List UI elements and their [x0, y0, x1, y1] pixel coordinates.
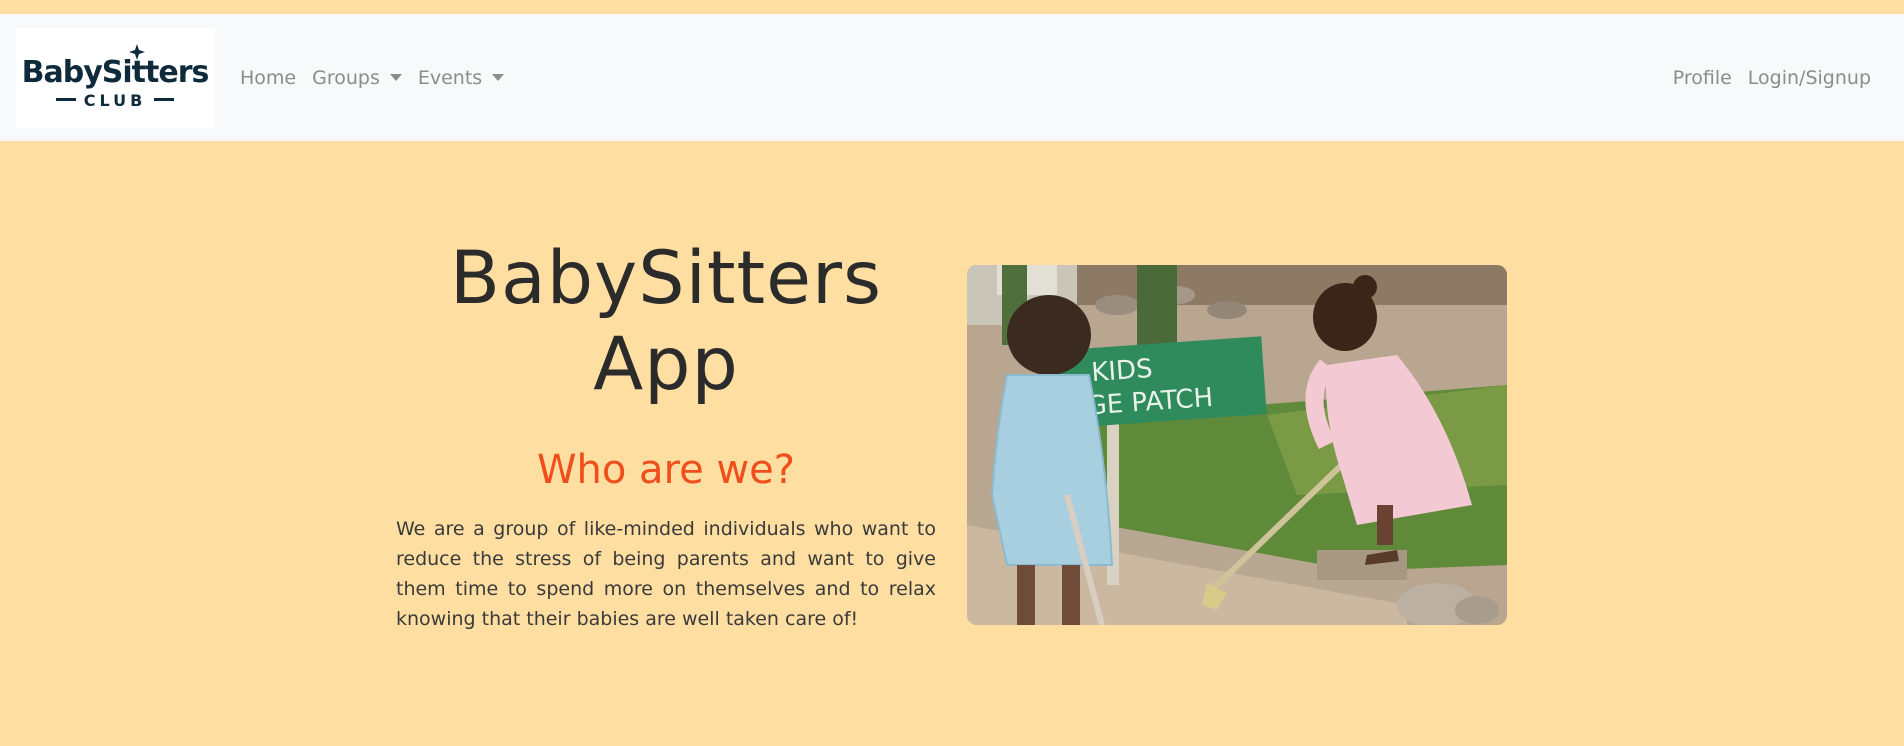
hero-body: We are a group of like-minded individual…	[396, 518, 936, 630]
caret-down-icon	[492, 74, 505, 81]
brand-logo-line1: BabySitters	[22, 55, 209, 90]
nav-dropdown-groups-label: Groups	[312, 66, 380, 89]
nav-left: Home Groups Events	[240, 14, 512, 141]
nav-link-profile[interactable]: Profile	[1665, 67, 1740, 89]
nav-link-home[interactable]: Home	[240, 67, 304, 89]
hero-subtitle: Who are we?	[536, 447, 796, 493]
nav-dropdown-groups[interactable]: Groups	[304, 67, 410, 89]
hero-photo: KIDS GE PATCH	[967, 265, 1507, 625]
nav-dropdown-events[interactable]: Events	[410, 67, 512, 89]
nav-link-home-label: Home	[240, 66, 297, 89]
caret-down-icon	[389, 74, 402, 81]
navbar: BabySitters CLUB Home Groups Events Prof…	[0, 14, 1904, 141]
photo-sign-line1: KIDS	[1090, 354, 1153, 388]
hero-title: BabySitters App	[449, 236, 883, 407]
brand-logo-line2: CLUB	[84, 91, 147, 110]
brand-logo[interactable]: BabySitters CLUB	[16, 28, 215, 128]
nav-dropdown-events-label: Events	[417, 66, 483, 89]
nav-link-profile-label: Profile	[1672, 66, 1732, 89]
hero-text: BabySitters App Who are we? We are a gro…	[396, 236, 936, 634]
nav-link-login-signup[interactable]: Login/Signup	[1740, 67, 1879, 89]
nav-right: Profile Login/Signup	[1665, 14, 1879, 141]
nav-link-login-signup-label: Login/Signup	[1747, 66, 1871, 89]
